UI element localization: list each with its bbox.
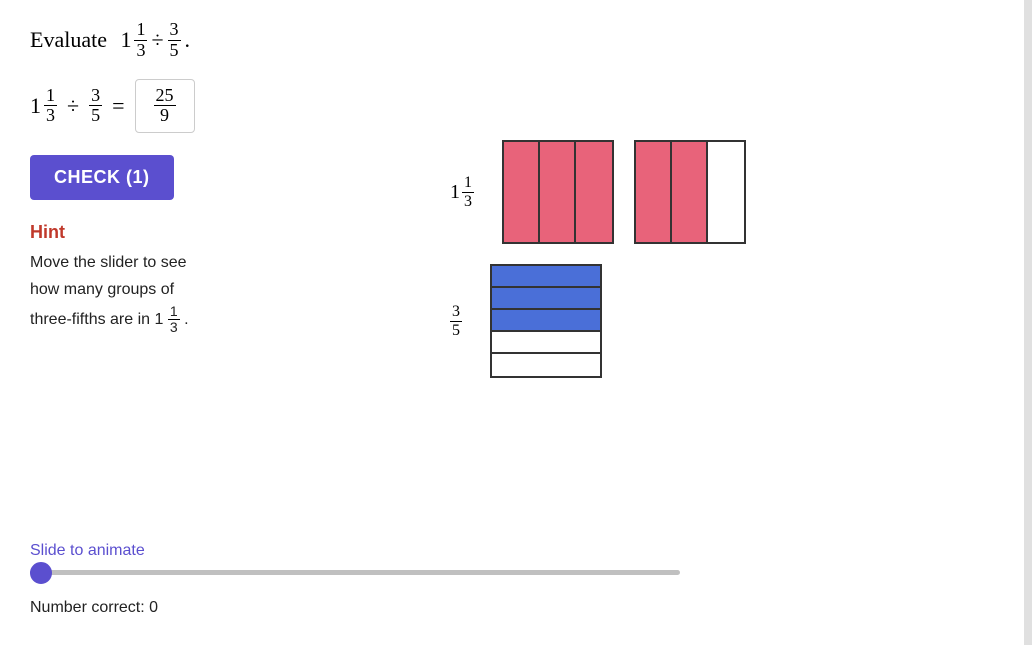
number-correct: Number correct: 0: [30, 599, 158, 617]
title-fraction: 1 3: [134, 20, 147, 61]
slider-section: Slide to animate: [30, 542, 1002, 575]
h-cell1: [492, 266, 600, 288]
top-mixed-label: 1 1 3: [450, 174, 474, 210]
eq-equals: =: [112, 93, 124, 119]
title-frac: 3 5: [168, 20, 181, 61]
eq-mixed: 1 1 3: [30, 86, 57, 127]
answer-box[interactable]: 25 9: [135, 79, 195, 134]
eq-whole: 1: [30, 93, 41, 119]
rect1-cell3: [576, 142, 612, 242]
slider-track-container: [30, 570, 1002, 575]
hint-line3-pre: three-fifths are in 1: [30, 311, 163, 328]
diagram-rect1: [502, 140, 614, 244]
title-mixed-number: 1 1 3: [120, 20, 147, 61]
animate-slider[interactable]: [30, 570, 680, 575]
rect2-cell1: [636, 142, 672, 242]
top-frac-label: 1 3: [462, 174, 474, 210]
diagram-rect2: [634, 140, 746, 244]
hint-line3-frac: 1 3: [168, 304, 180, 336]
rect2-cell3: [708, 142, 744, 242]
title-whole: 1: [120, 27, 131, 53]
title-period: .: [185, 27, 191, 53]
right-border: [1024, 0, 1032, 645]
bottom-row-diagram: 3 5: [450, 264, 746, 378]
bottom-frac: 3 5: [450, 303, 462, 339]
top-row-diagram: 1 1 3: [450, 140, 746, 244]
h-cell2: [492, 288, 600, 310]
h-cell5: [492, 354, 600, 376]
title-div: ÷: [151, 27, 163, 53]
title-line: Evaluate 1 1 3 ÷ 3 5 .: [30, 20, 1002, 61]
top-whole: 1: [450, 181, 460, 204]
diagrams-area: 1 1 3 3 5: [450, 140, 746, 378]
diagram-horiz-rect: [490, 264, 602, 378]
check-button[interactable]: CHECK (1): [30, 155, 174, 200]
title-text: Evaluate: [30, 27, 107, 53]
hint-line3-post: .: [184, 311, 188, 328]
equation-row: 1 1 3 ÷ 3 5 = 25 9: [30, 79, 1002, 134]
eq-div: ÷: [67, 93, 79, 119]
rect1-cell1: [504, 142, 540, 242]
answer-fraction: 25 9: [154, 86, 176, 127]
eq-frac1: 1 3: [44, 86, 57, 127]
h-cell4: [492, 332, 600, 354]
rect2-cell2: [672, 142, 708, 242]
slider-label: Slide to animate: [30, 542, 1002, 560]
h-cell3: [492, 310, 600, 332]
eq-frac2: 3 5: [89, 86, 102, 127]
bottom-frac-label: 3 5: [450, 303, 462, 339]
hint-line1: Move the slider to see: [30, 254, 187, 271]
hint-line2: how many groups of: [30, 281, 174, 298]
rect1-cell2: [540, 142, 576, 242]
